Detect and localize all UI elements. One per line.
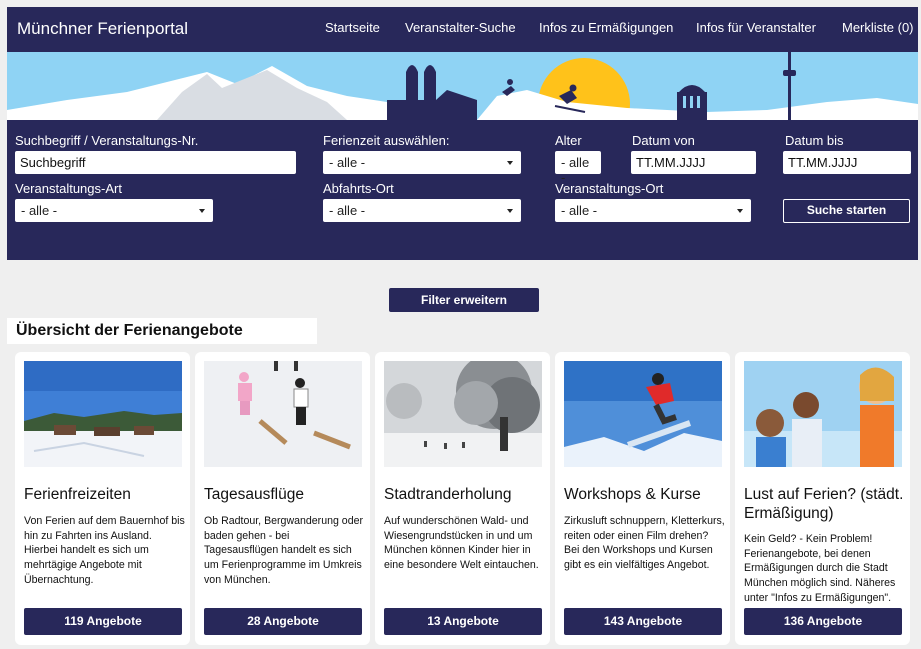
card-title: Lust auf Ferien? (städt. Ermäßigung) [744,486,904,522]
card-image-happy-children [744,361,902,467]
datum-von-label: Datum von [632,133,695,148]
munich-skyline-illustration [7,52,918,120]
offer-card-stadtranderholung[interactable]: Stadtranderholung Auf wunderschönen Wald… [375,352,550,645]
card-offers-button[interactable]: 13 Angebote [384,608,542,635]
card-description: Kein Geld? - Kein Problem! Ferienangebot… [744,533,896,604]
nav-infos-ermaessigungen[interactable]: Infos zu Ermäßigungen [539,20,673,35]
art-select-value: - alle - [21,203,58,218]
card-image-snowboarder [564,361,722,467]
chevron-down-icon [507,209,513,213]
ort-select[interactable]: - alle - [555,199,751,222]
brand-title[interactable]: Münchner Ferienportal [17,19,188,39]
keyword-label: Suchbegriff / Veranstaltungs-Nr. [15,133,199,148]
abfahrt-select[interactable]: - alle - [323,199,521,222]
card-title: Tagesausflüge [204,486,304,503]
card-description: Ob Radtour, Bergwanderung oder baden geh… [204,515,364,586]
filter-expand-button[interactable]: Filter erweitern [389,288,539,312]
search-button[interactable]: Suche starten [783,199,910,223]
card-image-snowy-tree [384,361,542,467]
art-label: Veranstaltungs-Art [15,181,122,196]
card-description: Auf wunderschönen Wald- und Wiesengrunds… [384,515,539,572]
header-banner [7,52,918,120]
ort-label: Veranstaltungs-Ort [555,181,664,196]
ferienzeit-select[interactable]: - alle - [323,151,521,174]
offer-card-tagesausfluege[interactable]: Tagesausflüge Ob Radtour, Bergwanderung … [195,352,370,645]
card-title: Ferienfreizeiten [24,486,131,503]
card-title: Stadtranderholung [384,486,512,503]
offer-card-workshops-kurse[interactable]: Workshops & Kurse Zirkusluft schnuppern,… [555,352,730,645]
top-nav-bar: Münchner Ferienportal Startseite Veranst… [7,7,918,52]
card-description: Zirkusluft schnuppern, Kletterkurs, reit… [564,515,725,572]
card-offers-button[interactable]: 28 Angebote [204,608,362,635]
ort-select-value: - alle - [561,203,598,218]
card-offers-button[interactable]: 119 Angebote [24,608,182,635]
search-panel: Suchbegriff / Veranstaltungs-Nr. Suchbeg… [7,120,918,260]
card-description: Von Ferien auf dem Bauernhof bis hin zu … [24,515,185,586]
keyword-input[interactable]: Suchbegriff [15,151,296,174]
chevron-down-icon [737,209,743,213]
ferienzeit-select-value: - alle - [329,155,366,170]
chevron-down-icon [507,161,513,165]
card-offers-button[interactable]: 136 Angebote [744,608,902,635]
card-title: Workshops & Kurse [564,486,701,503]
section-title-box: Übersicht der Ferienangebote [7,318,317,344]
section-title: Übersicht der Ferienangebote [16,322,243,339]
ferienzeit-label: Ferienzeit auswählen: [323,133,450,148]
art-select[interactable]: - alle - [15,199,213,222]
card-image-winter-village [24,361,182,467]
alter-select[interactable]: - alle - [555,151,601,185]
card-offers-button[interactable]: 143 Angebote [564,608,722,635]
nav-merkliste[interactable]: Merkliste (0) [842,20,914,35]
datum-bis-input[interactable]: TT.MM.JJJJ [783,151,911,174]
datum-bis-label: Datum bis [785,133,844,148]
alter-label: Alter [555,133,582,148]
abfahrt-label: Abfahrts-Ort [323,181,394,196]
nav-veranstalter-suche[interactable]: Veranstalter-Suche [405,20,516,35]
nav-infos-veranstalter[interactable]: Infos für Veranstalter [696,20,816,35]
nav-startseite[interactable]: Startseite [325,20,380,35]
offer-card-ferienfreizeiten[interactable]: Ferienfreizeiten Von Ferien auf dem Baue… [15,352,190,645]
datum-von-input[interactable]: TT.MM.JJJJ [631,151,756,174]
card-image-sledding-kids [204,361,362,467]
abfahrt-select-value: - alle - [329,203,366,218]
offer-card-ermaessigung[interactable]: Lust auf Ferien? (städt. Ermäßigung) Kei… [735,352,910,645]
chevron-down-icon [199,209,205,213]
